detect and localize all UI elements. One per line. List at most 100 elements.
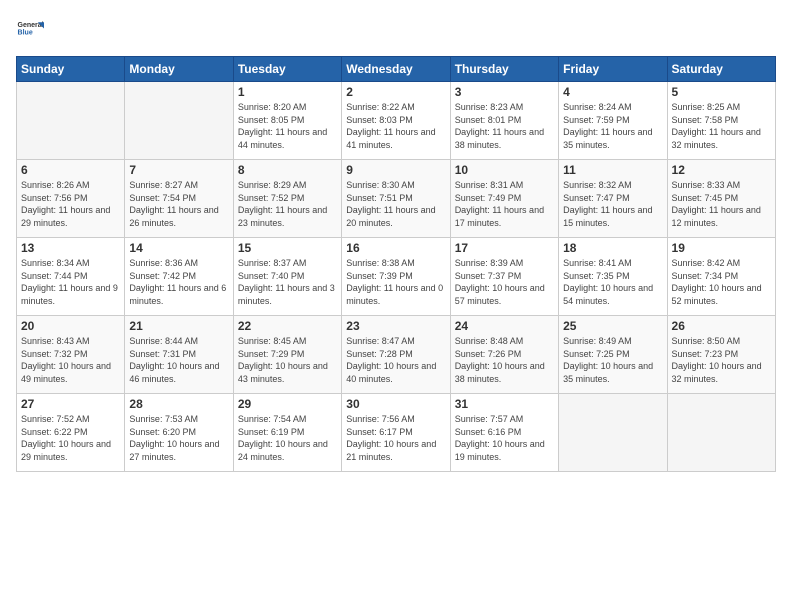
day-number: 21 — [129, 319, 228, 333]
day-info: Sunrise: 7:53 AMSunset: 6:20 PMDaylight:… — [129, 413, 228, 463]
svg-text:Blue: Blue — [18, 30, 33, 37]
day-number: 14 — [129, 241, 228, 255]
calendar-cell: 19 Sunrise: 8:42 AMSunset: 7:34 PMDayligh… — [667, 238, 775, 316]
day-info: Sunrise: 8:26 AMSunset: 7:56 PMDaylight:… — [21, 179, 120, 229]
calendar-week-5: 27 Sunrise: 7:52 AMSunset: 6:22 PMDayligh… — [17, 394, 776, 472]
day-info: Sunrise: 8:48 AMSunset: 7:26 PMDaylight:… — [455, 335, 554, 385]
calendar-cell: 8 Sunrise: 8:29 AMSunset: 7:52 PMDaylight… — [233, 160, 341, 238]
calendar-cell: 6 Sunrise: 8:26 AMSunset: 7:56 PMDaylight… — [17, 160, 125, 238]
calendar-cell: 2 Sunrise: 8:22 AMSunset: 8:03 PMDaylight… — [342, 82, 450, 160]
calendar-cell: 29 Sunrise: 7:54 AMSunset: 6:19 PMDayligh… — [233, 394, 341, 472]
calendar-cell: 16 Sunrise: 8:38 AMSunset: 7:39 PMDayligh… — [342, 238, 450, 316]
weekday-friday: Friday — [559, 57, 667, 82]
calendar-cell — [667, 394, 775, 472]
day-number: 5 — [672, 85, 771, 99]
day-info: Sunrise: 8:32 AMSunset: 7:47 PMDaylight:… — [563, 179, 662, 229]
calendar-cell: 22 Sunrise: 8:45 AMSunset: 7:29 PMDayligh… — [233, 316, 341, 394]
weekday-sunday: Sunday — [17, 57, 125, 82]
calendar-cell: 28 Sunrise: 7:53 AMSunset: 6:20 PMDayligh… — [125, 394, 233, 472]
day-number: 25 — [563, 319, 662, 333]
calendar-cell — [17, 82, 125, 160]
day-number: 17 — [455, 241, 554, 255]
calendar-cell: 15Sunrise: 8:37 AMSunset: 7:40 PMDayligh… — [233, 238, 341, 316]
day-info: Sunrise: 8:42 AMSunset: 7:34 PMDaylight:… — [672, 257, 771, 307]
day-info: Sunrise: 7:52 AMSunset: 6:22 PMDaylight:… — [21, 413, 120, 463]
calendar-cell: 17 Sunrise: 8:39 AMSunset: 7:37 PMDayligh… — [450, 238, 558, 316]
day-number: 2 — [346, 85, 445, 99]
calendar-body: 1Sunrise: 8:20 AMSunset: 8:05 PMDaylight… — [17, 82, 776, 472]
day-info: Sunrise: 8:45 AMSunset: 7:29 PMDaylight:… — [238, 335, 337, 385]
day-info: Sunrise: 8:30 AMSunset: 7:51 PMDaylight:… — [346, 179, 445, 229]
day-number: 13 — [21, 241, 120, 255]
day-number: 28 — [129, 397, 228, 411]
calendar-cell: 12Sunrise: 8:33 AMSunset: 7:45 PMDayligh… — [667, 160, 775, 238]
day-info: Sunrise: 8:39 AMSunset: 7:37 PMDaylight:… — [455, 257, 554, 307]
day-info: Sunrise: 8:20 AMSunset: 8:05 PMDaylight:… — [238, 101, 337, 151]
day-number: 11 — [563, 163, 662, 177]
calendar-cell: 3 Sunrise: 8:23 AMSunset: 8:01 PMDaylight… — [450, 82, 558, 160]
day-number: 8 — [238, 163, 337, 177]
day-number: 20 — [21, 319, 120, 333]
day-number: 30 — [346, 397, 445, 411]
calendar-cell: 20 Sunrise: 8:43 AMSunset: 7:32 PMDayligh… — [17, 316, 125, 394]
calendar-cell: 27 Sunrise: 7:52 AMSunset: 6:22 PMDayligh… — [17, 394, 125, 472]
weekday-tuesday: Tuesday — [233, 57, 341, 82]
day-number: 29 — [238, 397, 337, 411]
day-info: Sunrise: 8:22 AMSunset: 8:03 PMDaylight:… — [346, 101, 445, 151]
logo: General Blue — [16, 16, 44, 44]
logo-icon: General Blue — [16, 16, 44, 44]
day-number: 19 — [672, 241, 771, 255]
day-info: Sunrise: 7:54 AMSunset: 6:19 PMDaylight:… — [238, 413, 337, 463]
day-info: Sunrise: 8:27 AMSunset: 7:54 PMDaylight:… — [129, 179, 228, 229]
calendar-cell: 14 Sunrise: 8:36 AMSunset: 7:42 PMDayligh… — [125, 238, 233, 316]
day-number: 9 — [346, 163, 445, 177]
day-info: Sunrise: 8:33 AMSunset: 7:45 PMDaylight:… — [672, 179, 771, 229]
header: General Blue — [16, 16, 776, 44]
calendar-week-2: 6 Sunrise: 8:26 AMSunset: 7:56 PMDaylight… — [17, 160, 776, 238]
calendar-cell: 10Sunrise: 8:31 AMSunset: 7:49 PMDayligh… — [450, 160, 558, 238]
day-info: Sunrise: 8:36 AMSunset: 7:42 PMDaylight:… — [129, 257, 228, 307]
calendar-week-4: 20 Sunrise: 8:43 AMSunset: 7:32 PMDayligh… — [17, 316, 776, 394]
day-number: 23 — [346, 319, 445, 333]
weekday-thursday: Thursday — [450, 57, 558, 82]
day-number: 16 — [346, 241, 445, 255]
day-number: 3 — [455, 85, 554, 99]
day-number: 15 — [238, 241, 337, 255]
calendar-cell: 5Sunrise: 8:25 AMSunset: 7:58 PMDaylight… — [667, 82, 775, 160]
day-number: 26 — [672, 319, 771, 333]
weekday-wednesday: Wednesday — [342, 57, 450, 82]
day-info: Sunrise: 8:38 AMSunset: 7:39 PMDaylight:… — [346, 257, 445, 307]
calendar-cell: 13 Sunrise: 8:34 AMSunset: 7:44 PMDayligh… — [17, 238, 125, 316]
day-info: Sunrise: 7:56 AMSunset: 6:17 PMDaylight:… — [346, 413, 445, 463]
calendar-cell: 24Sunrise: 8:48 AMSunset: 7:26 PMDayligh… — [450, 316, 558, 394]
calendar-week-3: 13 Sunrise: 8:34 AMSunset: 7:44 PMDayligh… — [17, 238, 776, 316]
day-number: 27 — [21, 397, 120, 411]
weekday-header-row: SundayMondayTuesdayWednesdayThursdayFrid… — [17, 57, 776, 82]
calendar-cell — [125, 82, 233, 160]
day-info: Sunrise: 8:23 AMSunset: 8:01 PMDaylight:… — [455, 101, 554, 151]
day-info: Sunrise: 8:50 AMSunset: 7:23 PMDaylight:… — [672, 335, 771, 385]
calendar-cell: 1Sunrise: 8:20 AMSunset: 8:05 PMDaylight… — [233, 82, 341, 160]
calendar-cell: 7Sunrise: 8:27 AMSunset: 7:54 PMDaylight… — [125, 160, 233, 238]
weekday-saturday: Saturday — [667, 57, 775, 82]
day-info: Sunrise: 8:41 AMSunset: 7:35 PMDaylight:… — [563, 257, 662, 307]
calendar-table: SundayMondayTuesdayWednesdayThursdayFrid… — [16, 56, 776, 472]
day-info: Sunrise: 8:34 AMSunset: 7:44 PMDaylight:… — [21, 257, 120, 307]
calendar-cell: 18 Sunrise: 8:41 AMSunset: 7:35 PMDayligh… — [559, 238, 667, 316]
day-info: Sunrise: 7:57 AMSunset: 6:16 PMDaylight:… — [455, 413, 554, 463]
day-info: Sunrise: 8:44 AMSunset: 7:31 PMDaylight:… — [129, 335, 228, 385]
page-container: General Blue SundayMondayTuesdayWednesda… — [0, 0, 792, 480]
day-number: 6 — [21, 163, 120, 177]
day-info: Sunrise: 8:29 AMSunset: 7:52 PMDaylight:… — [238, 179, 337, 229]
day-number: 4 — [563, 85, 662, 99]
day-info: Sunrise: 8:43 AMSunset: 7:32 PMDaylight:… — [21, 335, 120, 385]
day-number: 18 — [563, 241, 662, 255]
weekday-monday: Monday — [125, 57, 233, 82]
calendar-cell: 9 Sunrise: 8:30 AMSunset: 7:51 PMDaylight… — [342, 160, 450, 238]
calendar-cell: 11 Sunrise: 8:32 AMSunset: 7:47 PMDayligh… — [559, 160, 667, 238]
calendar-cell: 4Sunrise: 8:24 AMSunset: 7:59 PMDaylight… — [559, 82, 667, 160]
day-number: 22 — [238, 319, 337, 333]
day-info: Sunrise: 8:47 AMSunset: 7:28 PMDaylight:… — [346, 335, 445, 385]
calendar-cell: 31Sunrise: 7:57 AMSunset: 6:16 PMDayligh… — [450, 394, 558, 472]
calendar-cell: 30 Sunrise: 7:56 AMSunset: 6:17 PMDayligh… — [342, 394, 450, 472]
